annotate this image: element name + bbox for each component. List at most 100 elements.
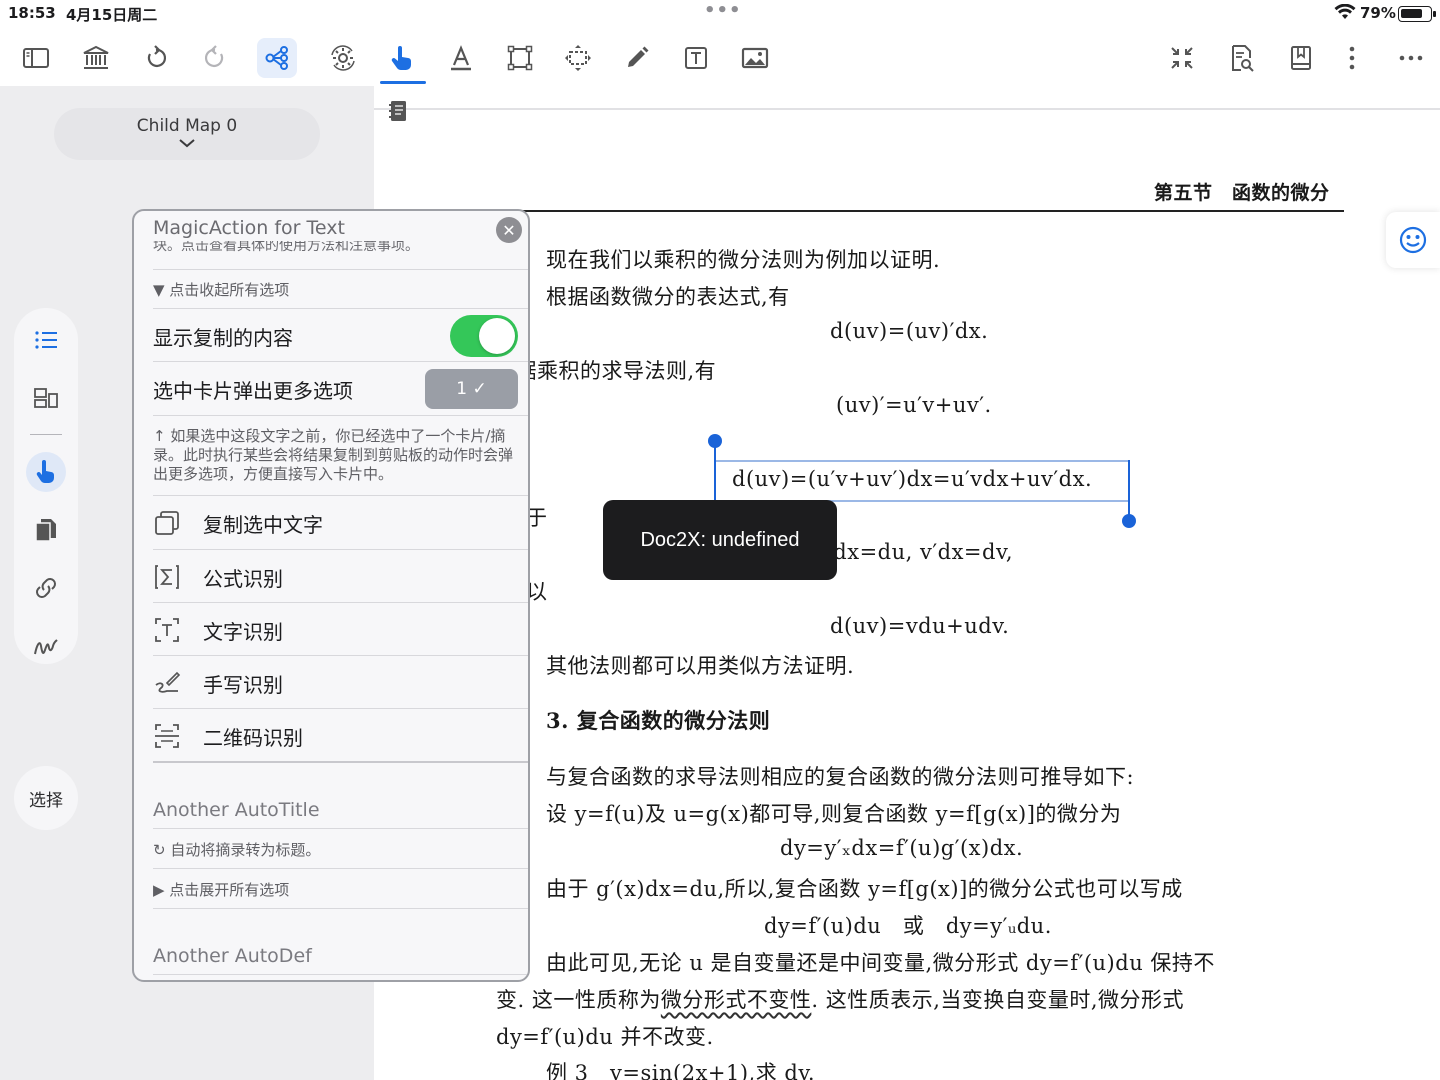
selection-handle-start-dot[interactable] — [708, 434, 722, 448]
expand-all-options[interactable]: ▶ 点击展开所有选项 — [153, 879, 289, 900]
divider — [153, 549, 528, 550]
smiley-icon[interactable] — [1386, 212, 1440, 268]
hand-pointer-icon[interactable] — [26, 452, 66, 492]
cards-icon[interactable] — [26, 378, 66, 418]
mindmap-icon[interactable] — [257, 38, 297, 78]
image-icon[interactable] — [735, 38, 775, 78]
doc-formula[interactable]: d(uv)=vdu+udv. — [830, 614, 1009, 638]
tool-sidebar — [14, 308, 78, 664]
text-format-icon[interactable] — [441, 38, 481, 78]
selection-handle-start[interactable] — [714, 442, 716, 502]
search-doc-icon[interactable] — [1221, 38, 1261, 78]
settings-sync-icon[interactable] — [323, 38, 363, 78]
action-formula-ocr[interactable]: 公式识别 — [153, 551, 528, 603]
doc-line[interactable]: 设 y=f(u)及 u=g(x)都可导,则复合函数 y=f[g(x)]的微分为 — [546, 798, 1121, 828]
expand-icon[interactable] — [558, 38, 598, 78]
doc-formula[interactable]: (uv)′=u′v+uv′. — [836, 393, 992, 417]
link-icon[interactable] — [26, 568, 66, 608]
doc-formula[interactable]: d(uv)=(uv)′dx. — [830, 319, 988, 343]
doc-line[interactable]: 由此可见,无论 u 是自变量还是中间变量,微分形式 dy=f′(u)du 保持不 — [546, 947, 1215, 977]
more-vertical-icon[interactable] — [1332, 38, 1372, 78]
action-label: 复制选中文字 — [203, 513, 323, 537]
collapse-all-options[interactable]: ▼ 点击收起所有选项 — [153, 279, 289, 300]
section-autodef-title[interactable]: Another AutoDef — [153, 945, 312, 967]
more-horizontal-icon[interactable] — [1391, 38, 1431, 78]
hand-pointer-icon[interactable] — [382, 38, 422, 78]
divider — [153, 708, 528, 709]
divider — [153, 361, 528, 362]
sidebar-icon[interactable] — [16, 38, 56, 78]
doc-formula[interactable]: dy=f′(u)du 或 dy=y′ᵤdu. — [764, 910, 1052, 940]
action-label: 文字识别 — [203, 620, 283, 644]
action-qrcode-scan[interactable]: 二维码识别 — [153, 710, 528, 762]
more-options-label: 选中卡片弹出更多选项 — [153, 379, 353, 403]
document-page[interactable]: 第五节 函数的微分 现在我们以乘积的微分法则为例加以证明. 根据函数微分的表达式… — [374, 86, 1440, 1080]
notebook-icon[interactable] — [388, 100, 408, 126]
divider — [153, 908, 528, 909]
list-icon[interactable] — [26, 320, 66, 360]
page-top-border — [374, 108, 1440, 110]
library-icon[interactable] — [76, 38, 116, 78]
action-label: 二维码识别 — [203, 726, 303, 750]
popup-title: MagicAction for Text — [153, 217, 345, 239]
selection-handle-end-dot[interactable] — [1122, 514, 1136, 528]
header-rule — [492, 210, 1344, 212]
doc-line[interactable]: 由于 g′(x)dx=du,所以,复合函数 y=f[g(x)]的微分公式也可以写… — [546, 873, 1183, 903]
show-copied-label: 显示复制的内容 — [153, 326, 293, 350]
doc-section-title[interactable]: 3. 复合函数的微分法则 — [546, 705, 770, 735]
battery-icon — [1398, 6, 1436, 22]
doc-line[interactable]: 现在我们以乘积的微分法则为例加以证明. — [546, 244, 940, 274]
doc-formula[interactable]: u′dx=du, v′dx=dv, — [814, 540, 1013, 564]
qrcode-scan-icon — [155, 724, 179, 748]
close-icon[interactable]: ✕ — [496, 217, 522, 243]
more-options-select[interactable]: 1 ✓ — [425, 369, 518, 409]
doc-line[interactable]: 根据函数微分的表达式,有 — [546, 281, 790, 311]
select-button[interactable]: 选择 — [14, 766, 78, 830]
doc-line[interactable]: 其他法则都可以用类似方法证明. — [546, 650, 854, 680]
show-copied-toggle[interactable] — [450, 315, 518, 357]
divider — [153, 308, 528, 309]
section-divider — [153, 761, 528, 763]
section-autotitle-title[interactable]: Another AutoTitle — [153, 799, 320, 821]
divider — [153, 974, 528, 975]
multitask-dots-icon[interactable]: ••• — [704, 0, 742, 21]
action-label: 手写识别 — [203, 673, 283, 697]
doc-line[interactable]: 与复合函数的求导法则相应的复合函数的微分法则可推导如下: — [546, 761, 1134, 791]
divider — [153, 602, 528, 603]
divider — [153, 828, 528, 829]
section-autotitle-desc: ↻ 自动将摘录转为标题。 — [153, 839, 320, 860]
doc-line-part: . 这性质表示,当变换自变量时,微分形式 — [811, 988, 1185, 1012]
bookmark-icon[interactable] — [1281, 38, 1321, 78]
child-map-selector[interactable]: Child Map 0 — [54, 108, 320, 160]
child-map-label: Child Map 0 — [136, 116, 238, 136]
refresh-icon: ↻ — [153, 841, 171, 859]
selected-formula[interactable]: d(uv)=(u′v+uv′)dx=u′vdx+uv′dx. — [732, 467, 1092, 491]
doc-line[interactable]: 例 3 y=sin(2x+1),求 dy. — [546, 1057, 815, 1080]
pages-icon[interactable] — [26, 510, 66, 550]
undo-icon[interactable] — [136, 38, 176, 78]
more-options-note: ↑ 如果选中这段文字之前，你已经选中了一个卡片/摘录。此时执行某些会将结果复制到… — [153, 427, 514, 483]
doc-line[interactable]: dy=f′(u)du 并不改变. — [496, 1021, 714, 1051]
select-rect-icon[interactable] — [500, 38, 540, 78]
status-bar: 18:53 4月15日周二 ••• 79% — [0, 0, 1440, 28]
redo-icon[interactable] — [195, 38, 235, 78]
pencil-icon[interactable] — [617, 38, 657, 78]
action-handwriting-ocr[interactable]: 手写识别 — [153, 657, 528, 709]
selection-handle-end[interactable] — [1128, 460, 1130, 520]
active-tool-indicator — [380, 81, 426, 84]
handwriting-icon[interactable] — [26, 626, 66, 666]
action-label: 公式识别 — [203, 567, 283, 591]
collapse-icon[interactable] — [1162, 38, 1202, 78]
doc-emphasis: 微分形式不变性 — [660, 988, 812, 1012]
copy-icon — [155, 511, 179, 535]
status-date: 4月15日周二 — [66, 6, 158, 24]
main-toolbar — [0, 30, 1440, 86]
doc-line[interactable]: 变. 这一性质称为微分形式不变性. 这性质表示,当变换自变量时,微分形式 — [496, 984, 1184, 1014]
action-text-ocr[interactable]: 文字识别 — [153, 604, 528, 656]
action-copy-text[interactable]: 复制选中文字 — [153, 497, 528, 549]
doc-formula[interactable]: dy=y′ₓdx=f′(u)g′(x)dx. — [780, 836, 1023, 860]
popup-truncated-line: 块。点击查看具体的使用方法和注意事项。 — [153, 241, 419, 253]
text-box-icon[interactable] — [676, 38, 716, 78]
status-time: 18:53 — [8, 4, 56, 22]
magicaction-popup: MagicAction for Text ✕ 块。点击查看具体的使用方法和注意事… — [132, 209, 530, 982]
